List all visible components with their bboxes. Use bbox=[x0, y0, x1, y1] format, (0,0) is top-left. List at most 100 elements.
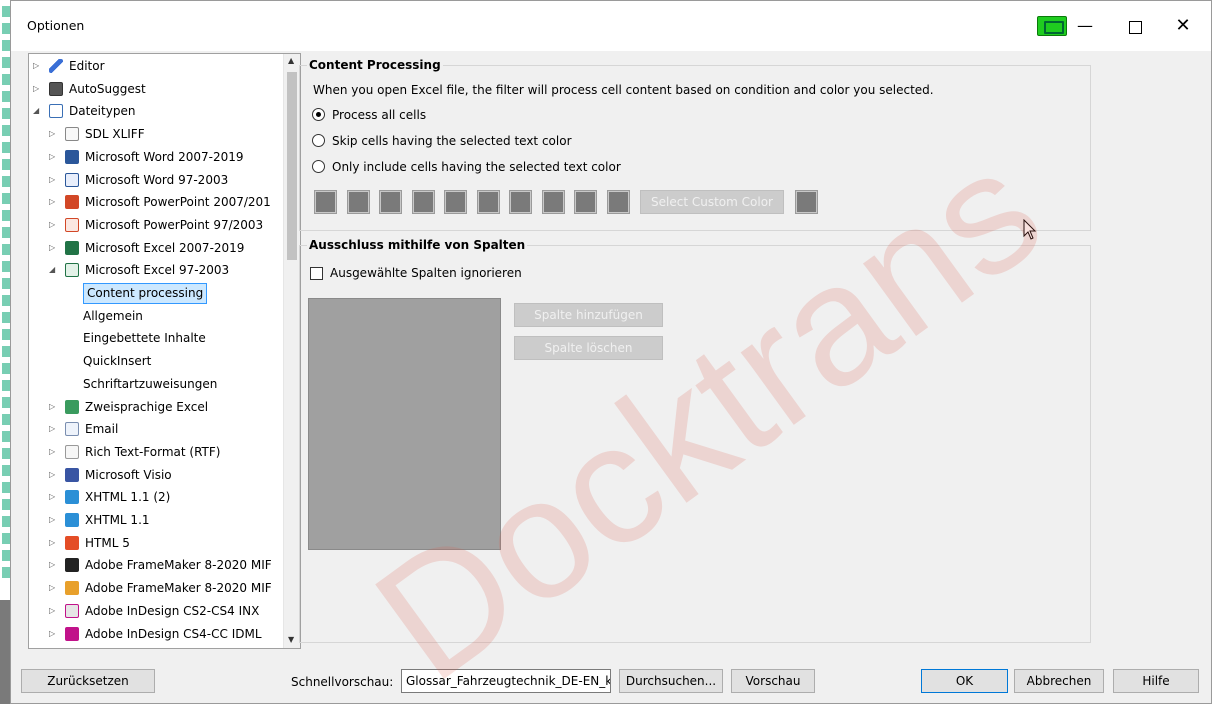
xhtml-icon bbox=[65, 513, 79, 527]
tree-item-label: XHTML 1.1 (2) bbox=[85, 490, 171, 505]
framemaker2-icon bbox=[65, 581, 79, 596]
add-column-button[interactable]: Spalte hinzufügen bbox=[514, 303, 663, 327]
expand-arrow-icon[interactable]: ▷ bbox=[49, 146, 59, 168]
framemaker-icon bbox=[65, 558, 79, 573]
color-swatch[interactable] bbox=[314, 190, 337, 214]
expand-arrow-icon[interactable]: ▷ bbox=[49, 577, 59, 599]
color-swatch[interactable] bbox=[347, 190, 370, 214]
tree-item[interactable]: Allgemein bbox=[65, 305, 279, 327]
collapse-arrow-icon[interactable]: ◢ bbox=[33, 100, 43, 122]
tree-item-label: Adobe FrameMaker 8-2020 MIF bbox=[85, 558, 272, 573]
scroll-up-icon[interactable]: ▲ bbox=[288, 56, 294, 65]
quick-preview-input[interactable]: Glossar_Fahrzeugtechnik_DE-EN_k bbox=[401, 669, 611, 693]
color-swatch[interactable] bbox=[477, 190, 500, 214]
expand-arrow-icon[interactable]: ▷ bbox=[33, 55, 43, 77]
tree-item[interactable]: ▷ Adobe InDesign CS4-CC IDML bbox=[49, 623, 279, 645]
tree-item[interactable]: ◢ Dateitypen bbox=[33, 100, 279, 122]
quick-preview-label: Schnellvorschau: bbox=[291, 675, 394, 689]
tree-item-label: Dateitypen bbox=[69, 104, 136, 119]
tree-item[interactable]: ▷ Zweisprachige Excel bbox=[49, 396, 279, 418]
ignore-columns-checkbox[interactable] bbox=[310, 267, 323, 280]
expand-arrow-icon[interactable]: ▷ bbox=[49, 554, 59, 576]
radio-skip-cells[interactable] bbox=[312, 134, 325, 147]
tree-item[interactable]: ▷ Microsoft PowerPoint 97/2003 bbox=[49, 214, 279, 236]
scroll-down-icon[interactable]: ▼ bbox=[288, 635, 294, 644]
expand-arrow-icon[interactable]: ▷ bbox=[49, 418, 59, 440]
color-swatch[interactable] bbox=[542, 190, 565, 214]
tree-item[interactable]: ◢ Microsoft Excel 97-2003 bbox=[49, 259, 279, 281]
expand-arrow-icon[interactable]: ▷ bbox=[49, 191, 59, 213]
expand-arrow-icon[interactable]: ▷ bbox=[49, 123, 59, 145]
tree-item[interactable]: Schriftartzuweisungen bbox=[65, 373, 279, 395]
tree-item[interactable]: ▷ HTML 5 bbox=[49, 532, 279, 554]
remove-column-button[interactable]: Spalte löschen bbox=[514, 336, 663, 360]
collapse-arrow-icon[interactable]: ◢ bbox=[49, 259, 59, 281]
tree-scrollbar[interactable]: ▲ ▼ bbox=[283, 54, 300, 648]
expand-arrow-icon[interactable]: ▷ bbox=[49, 441, 59, 463]
tree-item-label: Adobe FrameMaker 8-2020 MIF bbox=[85, 581, 272, 596]
tree-item[interactable]: Content processing bbox=[65, 282, 279, 304]
browse-button[interactable]: Durchsuchen... bbox=[619, 669, 723, 693]
tree-item[interactable]: ▷ XHTML 1.1 bbox=[49, 509, 279, 531]
expand-arrow-icon[interactable]: ▷ bbox=[49, 600, 59, 622]
radio-process-all-cells[interactable] bbox=[312, 108, 325, 121]
tree-item[interactable]: QuickInsert bbox=[65, 350, 279, 372]
preview-button[interactable]: Vorschau bbox=[731, 669, 815, 693]
tree-item-label: SDL XLIFF bbox=[85, 127, 145, 142]
indesign-inx-icon bbox=[65, 603, 79, 618]
tree-item[interactable]: ▷ SDL XLIFF bbox=[49, 123, 279, 145]
expand-arrow-icon[interactable]: ▷ bbox=[49, 464, 59, 486]
color-swatch[interactable] bbox=[379, 190, 402, 214]
tree-item-label: Adobe InDesign CS4-CC IDML bbox=[85, 626, 262, 641]
tree-item[interactable]: ▷ XHTML 1.1 (2) bbox=[49, 486, 279, 508]
expand-arrow-icon[interactable]: ▷ bbox=[49, 486, 59, 508]
tree-item-label: Allgemein bbox=[83, 308, 143, 323]
expand-arrow-icon[interactable]: ▷ bbox=[49, 532, 59, 554]
expand-arrow-icon[interactable]: ▷ bbox=[49, 509, 59, 531]
expand-arrow-icon[interactable]: ▷ bbox=[33, 78, 43, 100]
columns-list[interactable] bbox=[308, 298, 501, 550]
tree-item-label: QuickInsert bbox=[83, 354, 152, 369]
tree-item[interactable]: ▷ Rich Text-Format (RTF) bbox=[49, 441, 279, 463]
ok-button[interactable]: OK bbox=[921, 669, 1008, 693]
tree-item[interactable]: ▷ Microsoft Excel 2007-2019 bbox=[49, 237, 279, 259]
tree-item-label: Microsoft PowerPoint 97/2003 bbox=[85, 217, 264, 232]
close-button[interactable]: ✕ bbox=[1161, 11, 1205, 41]
cancel-button[interactable]: Abbrechen bbox=[1014, 669, 1104, 693]
color-swatch[interactable] bbox=[412, 190, 435, 214]
help-button[interactable]: Hilfe bbox=[1113, 669, 1199, 693]
tree-item[interactable]: ▷ Adobe FrameMaker 8-2020 MIF bbox=[49, 577, 279, 599]
custom-color-swatch[interactable] bbox=[795, 190, 818, 214]
tree-item[interactable]: ▷ Microsoft Word 2007-2019 bbox=[49, 146, 279, 168]
expand-arrow-icon[interactable]: ▷ bbox=[49, 396, 59, 418]
color-swatch[interactable] bbox=[607, 190, 630, 214]
radio-only-include-cells[interactable] bbox=[312, 160, 325, 173]
tree-item[interactable]: ▷ Adobe InDesign CS2-CS4 INX bbox=[49, 600, 279, 622]
reset-button[interactable]: Zurücksetzen bbox=[21, 669, 155, 693]
tree-item[interactable]: ▷ Adobe FrameMaker 8-2020 MIF bbox=[49, 554, 279, 576]
autosuggest-icon bbox=[49, 81, 63, 96]
tree-item[interactable]: ▷ Editor bbox=[33, 55, 279, 77]
tree-item[interactable]: ▷ Microsoft PowerPoint 2007/201 bbox=[49, 191, 279, 213]
tree-item[interactable]: ▷ Email bbox=[49, 418, 279, 440]
color-swatch[interactable] bbox=[509, 190, 532, 214]
tree-item[interactable]: ▷ AutoSuggest bbox=[33, 78, 279, 100]
expand-arrow-icon[interactable]: ▷ bbox=[49, 214, 59, 236]
color-swatch[interactable] bbox=[444, 190, 467, 214]
mouse-cursor-icon bbox=[1023, 219, 1037, 240]
expand-arrow-icon[interactable]: ▷ bbox=[49, 169, 59, 191]
tree-item[interactable]: ▷ Microsoft Word 97-2003 bbox=[49, 169, 279, 191]
printer-icon[interactable] bbox=[1037, 16, 1067, 36]
expand-arrow-icon[interactable]: ▷ bbox=[49, 237, 59, 259]
tree-item-label: Eingebettete Inhalte bbox=[83, 331, 206, 346]
indesign-idml-icon bbox=[65, 626, 79, 641]
tree-item[interactable]: Eingebettete Inhalte bbox=[65, 327, 279, 349]
tree-scrollbar-thumb[interactable] bbox=[287, 72, 297, 260]
maximize-button[interactable] bbox=[1115, 11, 1155, 41]
options-tree[interactable]: ▲ ▼ ▷ Editor ▷ AutoSuggest ◢ Dateitypen ▷ SDL X… bbox=[28, 53, 301, 649]
select-custom-color-button[interactable]: Select Custom Color bbox=[640, 190, 784, 214]
expand-arrow-icon[interactable]: ▷ bbox=[49, 623, 59, 645]
tree-item[interactable]: ▷ Microsoft Visio bbox=[49, 464, 279, 486]
color-swatch[interactable] bbox=[574, 190, 597, 214]
minimize-button[interactable]: — bbox=[1069, 11, 1101, 41]
